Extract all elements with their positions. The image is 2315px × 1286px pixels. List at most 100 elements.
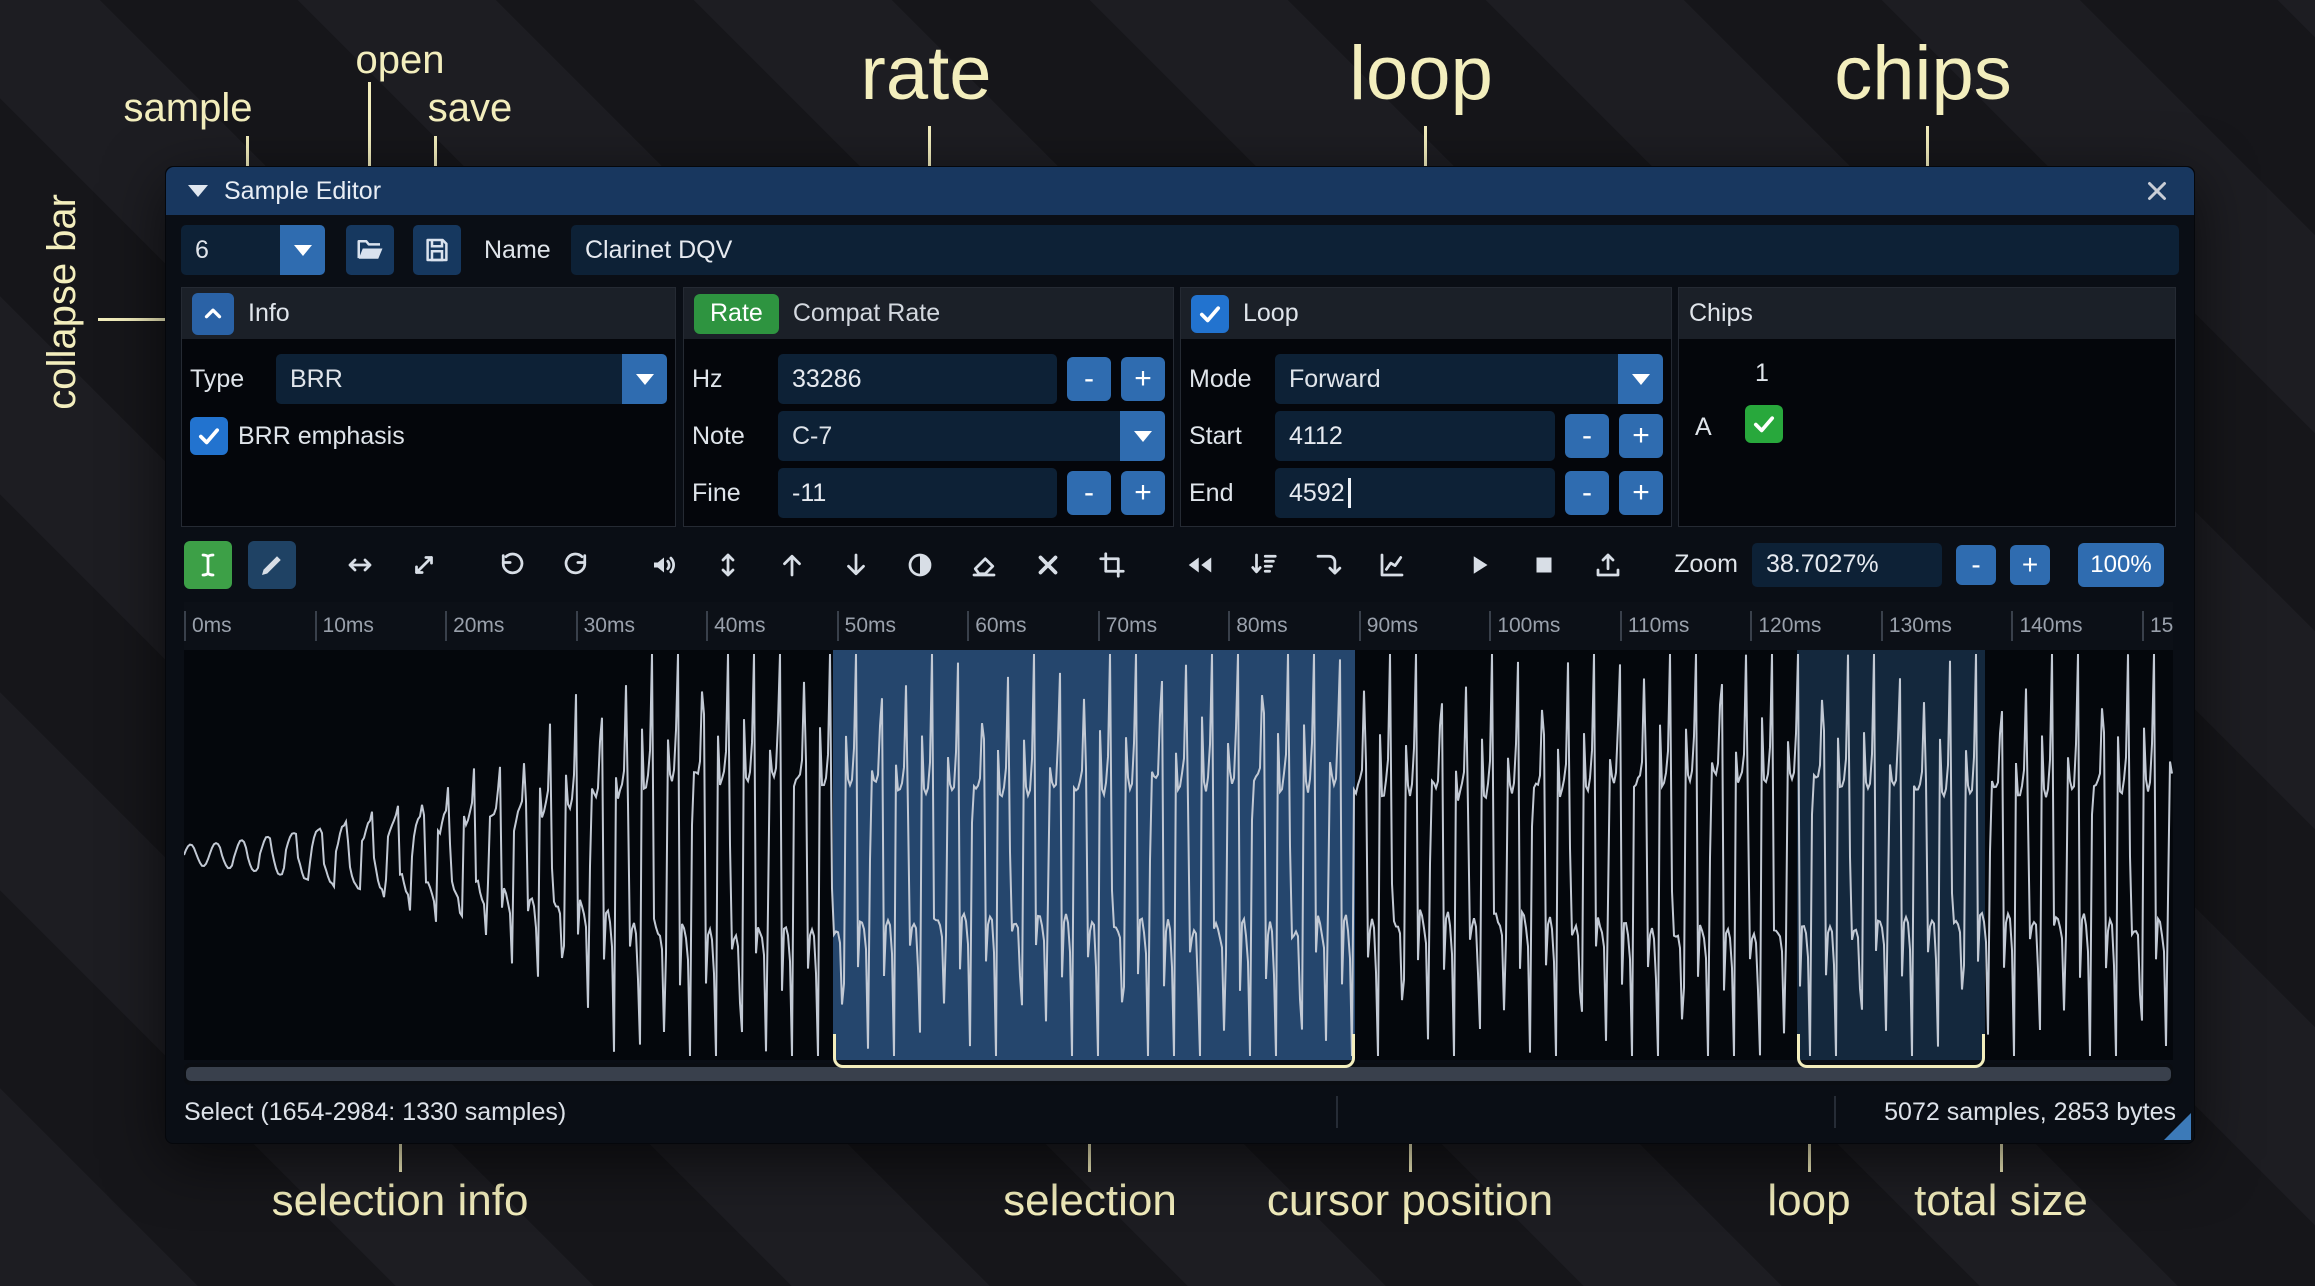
play-button[interactable] (1456, 541, 1504, 589)
upload-button[interactable] (1584, 541, 1632, 589)
timeline-label: 20ms (445, 611, 504, 641)
redo-button[interactable] (552, 541, 600, 589)
arrows-horizontal-button[interactable] (336, 541, 384, 589)
status-separator (1336, 1096, 1338, 1128)
pencil-button[interactable] (248, 540, 296, 589)
sample-dropdown-button[interactable] (280, 225, 325, 275)
timeline-label: 40ms (706, 611, 765, 641)
rate-section: Rate Compat Rate Hz 33286 - + Note C-7 F… (683, 287, 1174, 527)
loop-start-input[interactable]: 4112 (1275, 411, 1555, 461)
rate-tab[interactable]: Rate (694, 293, 779, 334)
fine-minus-button[interactable]: - (1067, 471, 1111, 515)
loop-end-plus-button[interactable]: + (1619, 471, 1663, 515)
type-value[interactable]: BRR (276, 354, 622, 404)
sort-descending-icon (1251, 553, 1277, 573)
zoom-minus-button[interactable]: - (1956, 544, 1996, 585)
fine-label: Fine (692, 478, 741, 507)
timeline-ruler[interactable]: 0ms 10ms 20ms 30ms 40ms 50ms 60ms 70ms 80ms 90ms 1… (184, 602, 2173, 650)
check-icon (1753, 416, 1775, 433)
selection-info-text: Select (1654-2984: 1330 samples) (184, 1098, 567, 1126)
note-value[interactable]: C-7 (778, 411, 1120, 461)
arrows-diagonal-icon (415, 555, 433, 574)
brr-emphasis-checkbox[interactable] (190, 417, 228, 455)
name-input[interactable]: Clarinet DQV (571, 225, 2179, 275)
annotation-cursor-position-label: cursor position (1266, 1176, 1554, 1225)
note-label: Note (692, 421, 745, 450)
stop-button[interactable] (1520, 541, 1568, 589)
timeline-label: 120ms (1750, 611, 1821, 641)
check-icon (198, 428, 220, 445)
compat-rate-tab[interactable]: Compat Rate (793, 299, 940, 328)
arrow-down-button[interactable] (832, 541, 880, 589)
toolbar-group (1456, 541, 1632, 589)
hz-plus-button[interactable]: + (1121, 357, 1165, 401)
type-dropdown-button[interactable] (622, 354, 667, 404)
name-label: Name (484, 236, 551, 264)
waveform-area[interactable] (184, 650, 2173, 1068)
arrows-horizontal-icon (348, 558, 372, 571)
window-collapse-icon[interactable] (188, 185, 208, 197)
sort-descending-button[interactable] (1240, 541, 1288, 589)
fine-plus-button[interactable]: + (1121, 471, 1165, 515)
eraser-button[interactable] (960, 541, 1008, 589)
loop-mode-dropdown-button[interactable] (1618, 354, 1663, 404)
annotation-rate-label: rate (860, 31, 992, 116)
close-icon[interactable] (2142, 176, 2172, 206)
open-button[interactable] (346, 225, 394, 275)
loop-mode-value[interactable]: Forward (1275, 354, 1618, 404)
desktop-background: sample open save rate loop chips collaps… (0, 0, 2315, 1286)
ibeam-cursor-button[interactable] (184, 540, 232, 589)
timeline-label: 10ms (314, 611, 374, 641)
note-select[interactable]: C-7 (778, 411, 1165, 461)
zoom-reset-button[interactable]: 100% (2078, 542, 2164, 587)
arrow-up-button[interactable] (768, 541, 816, 589)
hz-input[interactable]: 33286 (778, 354, 1057, 404)
loop-end-input[interactable]: 4592 (1275, 468, 1555, 518)
bar-chart-button[interactable] (1368, 541, 1416, 589)
chips-header: Chips (1679, 288, 2175, 339)
zoom-input[interactable]: 38.7027% (1752, 542, 1942, 587)
loop-start-plus-button[interactable]: + (1619, 414, 1663, 458)
arrow-turn-down-button[interactable] (1304, 541, 1352, 589)
zoom-plus-button[interactable]: + (2010, 544, 2050, 585)
scrollbar-handle[interactable] (186, 1067, 2171, 1081)
type-select[interactable]: BRR (276, 354, 667, 404)
toolbar-group (336, 541, 448, 589)
delete-x-button[interactable] (1024, 541, 1072, 589)
crop-button[interactable] (1088, 541, 1136, 589)
window-resize-grip[interactable] (2164, 1113, 2191, 1140)
speaker-button[interactable] (640, 541, 688, 589)
annotation-loop-bracket (1797, 1034, 1985, 1068)
toolbar: Zoom 38.7027% - + 100% (166, 539, 2194, 590)
chip-enable-checkbox[interactable] (1745, 405, 1783, 443)
rewind-button[interactable] (1176, 541, 1224, 589)
sample-selector[interactable]: 6 (181, 225, 325, 275)
undo-button[interactable] (488, 541, 536, 589)
timeline-label: 100ms (1489, 611, 1560, 641)
loop-mode-select[interactable]: Forward (1275, 354, 1663, 404)
collapse-bar-button[interactable] (192, 292, 234, 335)
type-label: Type (190, 364, 245, 393)
chevron-down-icon (635, 373, 654, 385)
note-dropdown-button[interactable] (1120, 411, 1165, 461)
stop-icon (1536, 557, 1552, 572)
controls-row: 6 Name Clarinet DQV (166, 225, 2194, 277)
save-button[interactable] (413, 225, 461, 275)
titlebar[interactable]: Sample Editor (166, 167, 2194, 215)
toolbar-group (488, 541, 600, 589)
loop-start-minus-button[interactable]: - (1565, 414, 1609, 458)
arrows-vertical-icon (721, 553, 735, 576)
loop-end-minus-button[interactable]: - (1565, 471, 1609, 515)
fine-input[interactable]: -11 (778, 468, 1057, 518)
arrows-vertical-button[interactable] (704, 541, 752, 589)
zoom-value: 38.7027% (1766, 550, 1879, 578)
sample-number-value[interactable]: 6 (181, 225, 280, 275)
rate-header: Rate Compat Rate (684, 288, 1173, 339)
loop-end-value: 4592 (1289, 478, 1345, 507)
loop-end-label: End (1189, 478, 1234, 507)
hz-minus-button[interactable]: - (1067, 357, 1111, 401)
invert-circle-button[interactable] (896, 541, 944, 589)
timeline-label: 60ms (967, 611, 1027, 641)
arrows-diagonal-button[interactable] (400, 541, 448, 589)
loop-checkbox[interactable] (1191, 294, 1229, 333)
